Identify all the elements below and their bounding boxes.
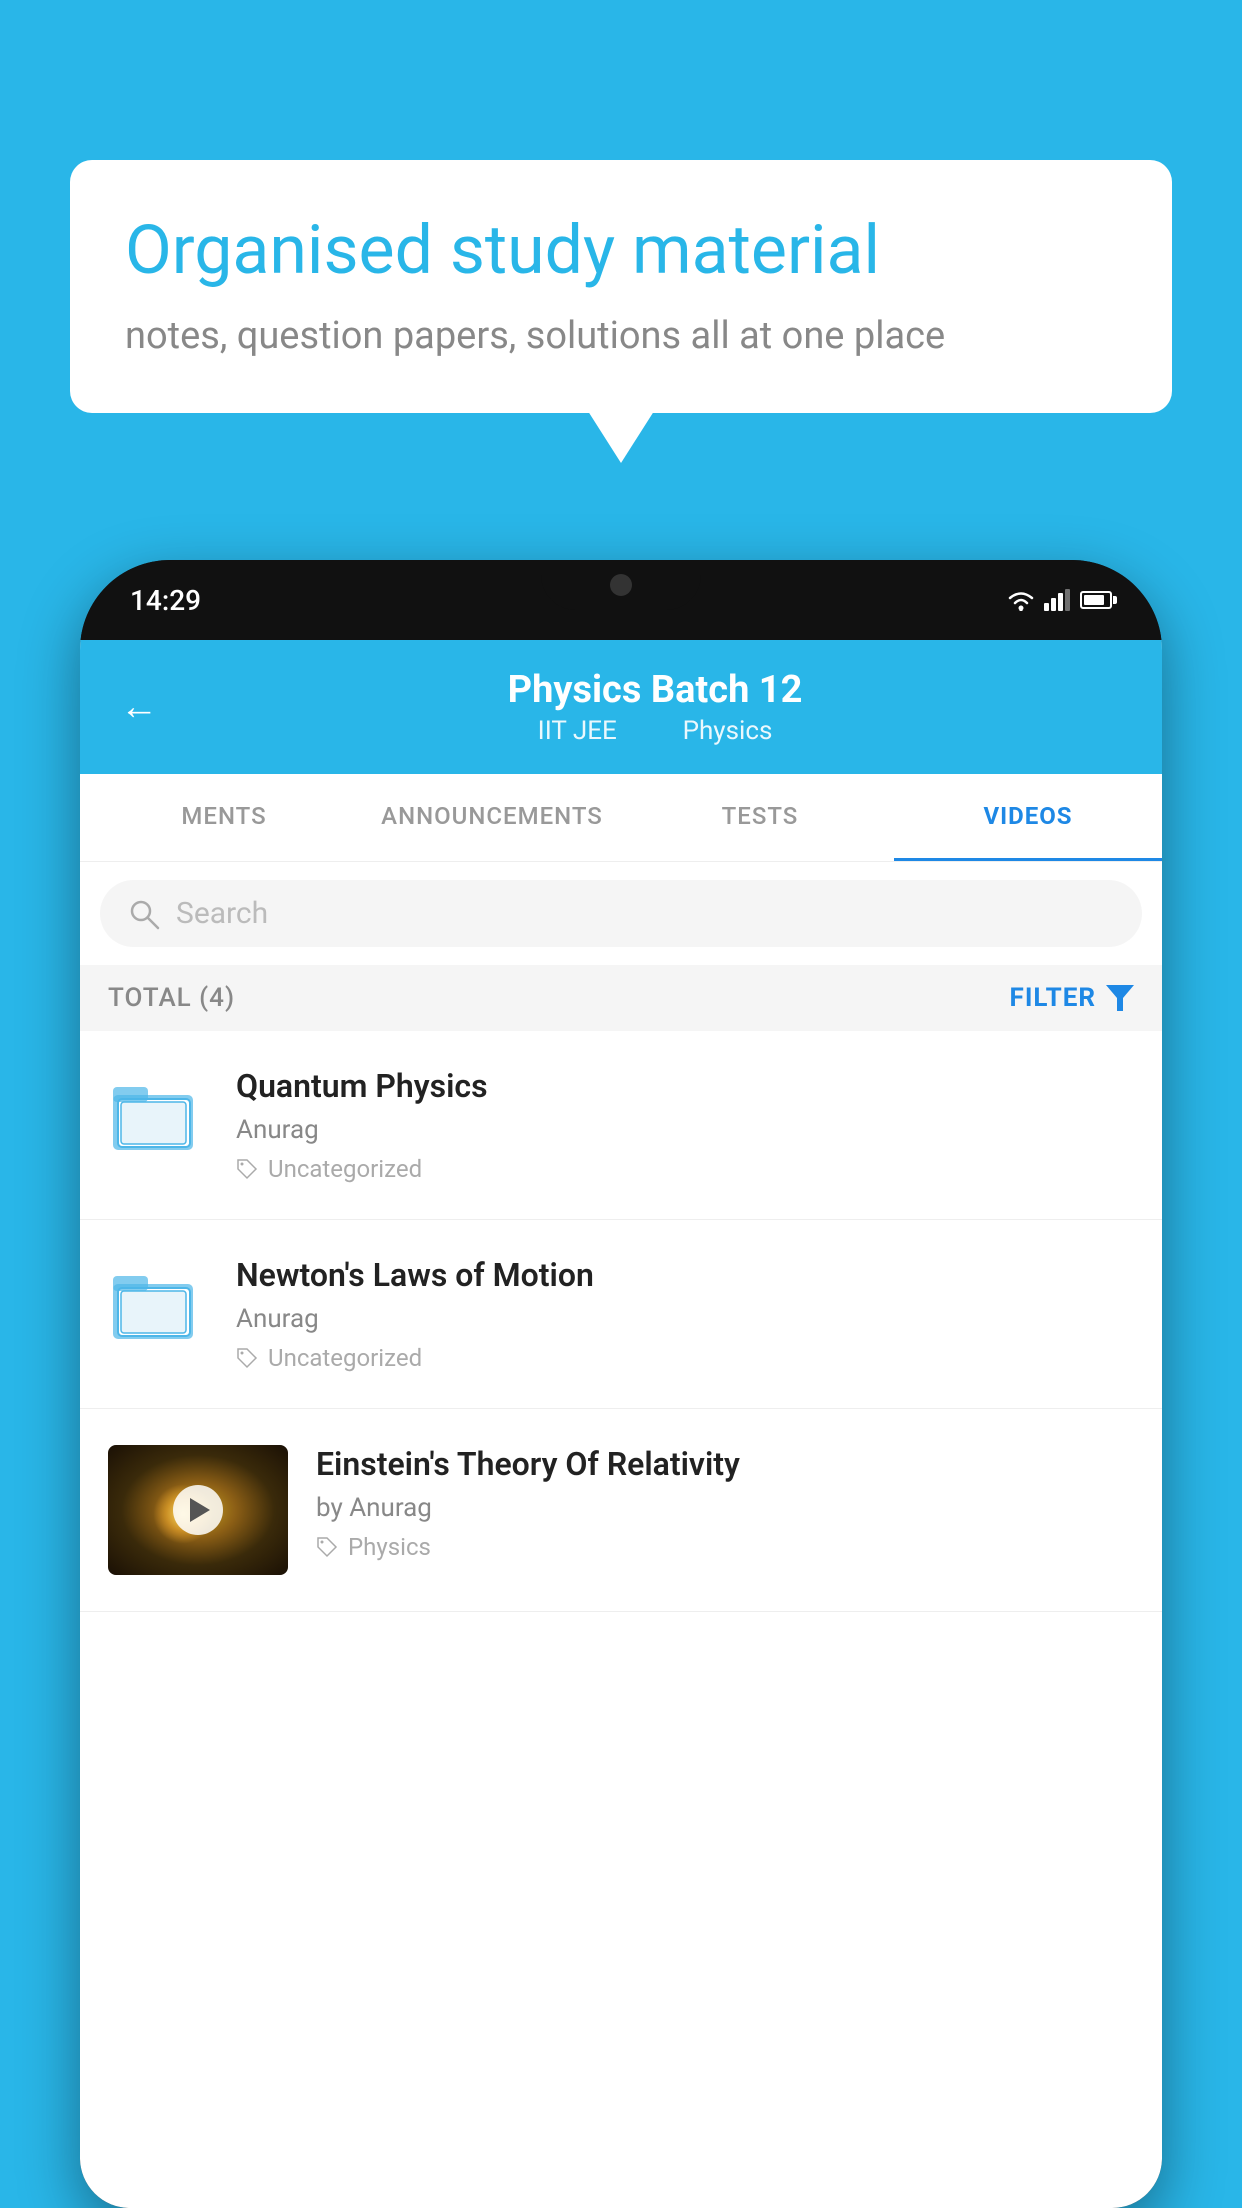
tab-bar: MENTS ANNOUNCEMENTS TESTS VIDEOS — [80, 774, 1162, 862]
video-info: Einstein's Theory Of Relativity by Anura… — [316, 1445, 1134, 1561]
list-item[interactable]: Quantum Physics Anurag Uncategorized — [80, 1031, 1162, 1220]
speech-bubble: Organised study material notes, question… — [70, 160, 1172, 413]
status-bar: 14:29 — [80, 560, 1162, 640]
subtitle-iitjee: IIT JEE — [538, 716, 617, 746]
app-header: ← Physics Batch 12 IIT JEE Physics — [80, 640, 1162, 774]
filter-button[interactable]: FILTER — [1010, 983, 1134, 1013]
play-button[interactable] — [173, 1485, 223, 1535]
video-author: Anurag — [236, 1115, 1134, 1145]
phone-screen: ← Physics Batch 12 IIT JEE Physics MENTS… — [80, 640, 1162, 2208]
folder-thumbnail — [108, 1067, 208, 1167]
video-title: Quantum Physics — [236, 1067, 1134, 1105]
video-author: Anurag — [236, 1304, 1134, 1334]
tag-icon — [316, 1536, 338, 1558]
folder-thumbnail — [108, 1256, 208, 1356]
video-info: Quantum Physics Anurag Uncategorized — [236, 1067, 1134, 1183]
video-thumbnail — [108, 1445, 288, 1575]
search-bar-container: Search — [80, 862, 1162, 965]
folder-icon — [113, 1077, 203, 1157]
status-icons — [1006, 589, 1112, 611]
list-item[interactable]: Newton's Laws of Motion Anurag Uncategor… — [80, 1220, 1162, 1409]
header-title-group: Physics Batch 12 IIT JEE Physics — [188, 668, 1122, 746]
video-title: Einstein's Theory Of Relativity — [316, 1445, 1134, 1483]
video-tag: Uncategorized — [236, 1155, 1134, 1183]
batch-subtitle: IIT JEE Physics — [188, 716, 1122, 746]
battery-icon — [1080, 591, 1112, 609]
total-count: TOTAL (4) — [108, 983, 235, 1013]
video-author: by Anurag — [316, 1493, 1134, 1523]
video-tag: Physics — [316, 1533, 1134, 1561]
filter-icon — [1106, 985, 1134, 1011]
video-info: Newton's Laws of Motion Anurag Uncategor… — [236, 1256, 1134, 1372]
tab-videos[interactable]: VIDEOS — [894, 774, 1162, 861]
video-tag: Uncategorized — [236, 1344, 1134, 1372]
tab-tests[interactable]: TESTS — [626, 774, 894, 861]
video-title: Newton's Laws of Motion — [236, 1256, 1134, 1294]
tag-icon — [236, 1158, 258, 1180]
back-button[interactable]: ← — [120, 685, 158, 729]
subtitle-physics: Physics — [683, 716, 773, 746]
bubble-subtitle: notes, question papers, solutions all at… — [125, 314, 1117, 358]
play-triangle-icon — [190, 1498, 210, 1522]
folder-icon — [113, 1266, 203, 1346]
search-bar[interactable]: Search — [100, 880, 1142, 947]
front-camera — [610, 574, 632, 596]
filter-label: FILTER — [1010, 983, 1096, 1013]
search-icon — [128, 898, 160, 930]
tab-announcements[interactable]: ANNOUNCEMENTS — [358, 774, 626, 861]
phone-frame: 14:29 — [80, 560, 1162, 2208]
batch-title: Physics Batch 12 — [188, 668, 1122, 712]
filter-row: TOTAL (4) FILTER — [80, 965, 1162, 1031]
video-list: Quantum Physics Anurag Uncategorized — [80, 1031, 1162, 1612]
tab-ments[interactable]: MENTS — [80, 774, 358, 861]
wifi-icon — [1006, 589, 1036, 611]
tag-icon — [236, 1347, 258, 1369]
status-time: 14:29 — [130, 584, 201, 617]
list-item[interactable]: Einstein's Theory Of Relativity by Anura… — [80, 1409, 1162, 1612]
notch — [541, 560, 701, 610]
subtitle-separator — [643, 716, 656, 746]
bubble-title: Organised study material — [125, 210, 1117, 292]
signal-icon — [1044, 589, 1072, 611]
search-placeholder: Search — [176, 896, 268, 931]
